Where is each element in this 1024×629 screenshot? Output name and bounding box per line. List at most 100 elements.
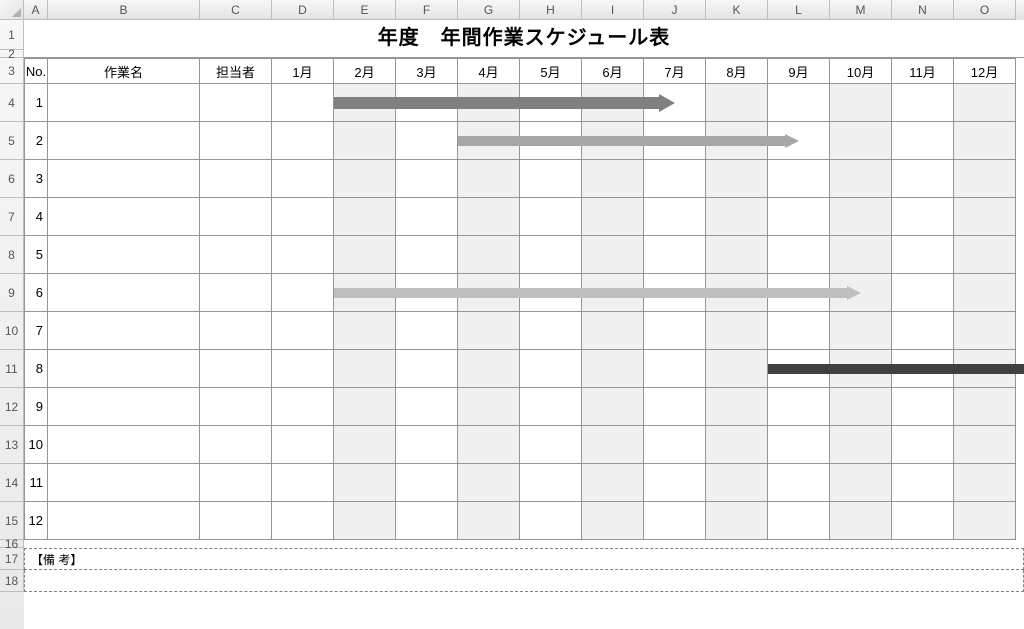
owner-cell[interactable]: [200, 198, 272, 236]
col-header-J[interactable]: J: [644, 0, 706, 20]
task-name-cell[interactable]: [48, 198, 200, 236]
month-cell[interactable]: [644, 388, 706, 426]
month-cell[interactable]: [954, 160, 1016, 198]
month-cell[interactable]: [954, 236, 1016, 274]
task-name-cell[interactable]: [48, 350, 200, 388]
row-header-13[interactable]: 13: [0, 426, 24, 464]
month-cell[interactable]: [396, 274, 458, 312]
month-cell[interactable]: [706, 84, 768, 122]
month-cell[interactable]: [768, 464, 830, 502]
month-cell[interactable]: [706, 274, 768, 312]
col-header-N[interactable]: N: [892, 0, 954, 20]
owner-cell[interactable]: [200, 84, 272, 122]
month-cell[interactable]: [954, 388, 1016, 426]
col-header-O[interactable]: O: [954, 0, 1016, 20]
month-cell[interactable]: [396, 236, 458, 274]
month-cell[interactable]: [520, 312, 582, 350]
owner-cell[interactable]: [200, 160, 272, 198]
month-cell[interactable]: [830, 160, 892, 198]
month-cell[interactable]: [272, 274, 334, 312]
month-cell[interactable]: [458, 122, 520, 160]
month-cell[interactable]: [272, 198, 334, 236]
month-cell[interactable]: [334, 198, 396, 236]
month-cell[interactable]: [334, 122, 396, 160]
month-cell[interactable]: [644, 122, 706, 160]
col-header-H[interactable]: H: [520, 0, 582, 20]
month-cell[interactable]: [644, 236, 706, 274]
month-cell[interactable]: [520, 426, 582, 464]
month-cell[interactable]: [644, 84, 706, 122]
month-cell[interactable]: [458, 236, 520, 274]
month-cell[interactable]: [644, 350, 706, 388]
month-cell[interactable]: [706, 312, 768, 350]
month-cell[interactable]: [830, 312, 892, 350]
month-cell[interactable]: [272, 236, 334, 274]
task-name-cell[interactable]: [48, 274, 200, 312]
row-header-14[interactable]: 14: [0, 464, 24, 502]
month-cell[interactable]: [830, 274, 892, 312]
month-cell[interactable]: [830, 464, 892, 502]
month-cell[interactable]: [830, 198, 892, 236]
month-cell[interactable]: [954, 84, 1016, 122]
month-cell[interactable]: [768, 350, 830, 388]
month-cell[interactable]: [582, 274, 644, 312]
col-header-F[interactable]: F: [396, 0, 458, 20]
month-cell[interactable]: [582, 236, 644, 274]
task-name-cell[interactable]: [48, 84, 200, 122]
col-header-L[interactable]: L: [768, 0, 830, 20]
month-cell[interactable]: [954, 350, 1016, 388]
col-header-B[interactable]: B: [48, 0, 200, 20]
row-header-5[interactable]: 5: [0, 122, 24, 160]
row-header-4[interactable]: 4: [0, 84, 24, 122]
row-header-15[interactable]: 15: [0, 502, 24, 540]
row-header-12[interactable]: 12: [0, 388, 24, 426]
row-header-17[interactable]: 17: [0, 548, 24, 570]
task-name-cell[interactable]: [48, 464, 200, 502]
month-cell[interactable]: [644, 464, 706, 502]
month-cell[interactable]: [768, 388, 830, 426]
month-cell[interactable]: [396, 198, 458, 236]
month-cell[interactable]: [706, 426, 768, 464]
month-cell[interactable]: [768, 122, 830, 160]
month-cell[interactable]: [272, 464, 334, 502]
month-cell[interactable]: [582, 312, 644, 350]
month-cell[interactable]: [954, 198, 1016, 236]
row-header-2[interactable]: 2: [0, 50, 24, 58]
month-cell[interactable]: [334, 274, 396, 312]
row-header-7[interactable]: 7: [0, 198, 24, 236]
month-cell[interactable]: [644, 198, 706, 236]
select-all-corner[interactable]: [0, 0, 24, 20]
month-cell[interactable]: [892, 426, 954, 464]
row-header-18[interactable]: 18: [0, 570, 24, 592]
owner-cell[interactable]: [200, 388, 272, 426]
owner-cell[interactable]: [200, 274, 272, 312]
month-cell[interactable]: [458, 388, 520, 426]
month-cell[interactable]: [830, 122, 892, 160]
month-cell[interactable]: [334, 502, 396, 540]
month-cell[interactable]: [892, 464, 954, 502]
month-cell[interactable]: [582, 160, 644, 198]
month-cell[interactable]: [582, 84, 644, 122]
remarks-body[interactable]: [24, 570, 1024, 592]
owner-cell[interactable]: [200, 464, 272, 502]
month-cell[interactable]: [892, 502, 954, 540]
month-cell[interactable]: [644, 426, 706, 464]
month-cell[interactable]: [768, 236, 830, 274]
month-cell[interactable]: [830, 388, 892, 426]
month-cell[interactable]: [334, 464, 396, 502]
month-cell[interactable]: [830, 502, 892, 540]
month-cell[interactable]: [706, 198, 768, 236]
month-cell[interactable]: [520, 350, 582, 388]
month-cell[interactable]: [892, 388, 954, 426]
owner-cell[interactable]: [200, 312, 272, 350]
month-cell[interactable]: [520, 388, 582, 426]
month-cell[interactable]: [396, 84, 458, 122]
task-name-cell[interactable]: [48, 160, 200, 198]
row-header-10[interactable]: 10: [0, 312, 24, 350]
month-cell[interactable]: [892, 350, 954, 388]
owner-cell[interactable]: [200, 350, 272, 388]
month-cell[interactable]: [458, 350, 520, 388]
col-header-E[interactable]: E: [334, 0, 396, 20]
month-cell[interactable]: [458, 464, 520, 502]
month-cell[interactable]: [396, 426, 458, 464]
